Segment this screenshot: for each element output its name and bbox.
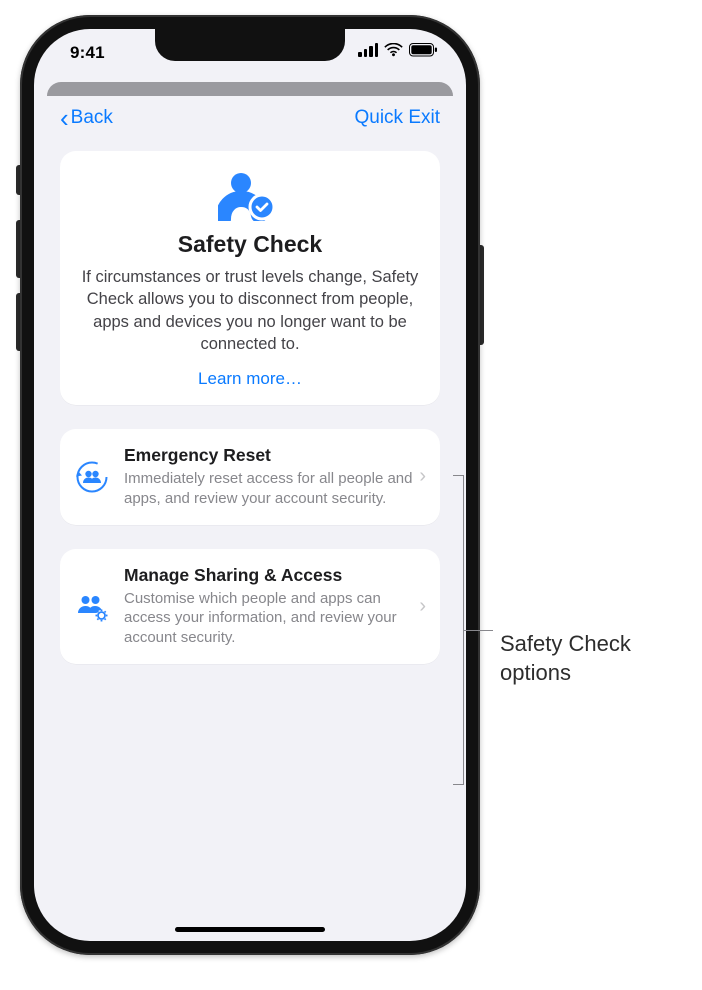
quick-exit-button[interactable]: Quick Exit <box>354 107 440 129</box>
status-time: 9:41 <box>70 43 105 63</box>
safety-check-description: If circumstances or trust levels change,… <box>78 266 422 355</box>
chevron-right-icon: › <box>415 465 430 488</box>
nav-bar: ‹ Back Quick Exit <box>42 93 458 141</box>
safety-check-hero: Safety Check If circumstances or trust l… <box>60 151 440 405</box>
manage-sharing-desc: Customise which people and apps can acce… <box>124 589 415 648</box>
chevron-right-icon: › <box>415 595 430 618</box>
back-button[interactable]: ‹ Back <box>60 105 113 131</box>
learn-more-link[interactable]: Learn more… <box>198 369 302 389</box>
back-label: Back <box>71 107 113 129</box>
emergency-reset-option[interactable]: Emergency Reset Immediately reset access… <box>60 429 440 525</box>
safety-check-title: Safety Check <box>78 231 422 258</box>
safety-check-icon <box>218 171 282 221</box>
manage-sharing-option[interactable]: Manage Sharing & Access Customise which … <box>60 549 440 664</box>
battery-icon <box>409 43 438 57</box>
emergency-reset-title: Emergency Reset <box>124 445 415 466</box>
emergency-reset-icon <box>74 459 110 495</box>
chevron-left-icon: ‹ <box>60 105 69 131</box>
emergency-reset-desc: Immediately reset access for all people … <box>124 469 415 509</box>
home-indicator <box>175 927 325 932</box>
screen: 9:41 ‹ Back <box>34 29 466 941</box>
callout-label: Safety Check options <box>500 630 631 687</box>
iphone-frame: 9:41 ‹ Back <box>20 15 480 955</box>
notch <box>155 29 345 61</box>
wifi-icon <box>384 43 403 57</box>
cellular-signal-icon <box>358 43 378 57</box>
manage-sharing-icon <box>74 588 110 624</box>
manage-sharing-title: Manage Sharing & Access <box>124 565 415 586</box>
